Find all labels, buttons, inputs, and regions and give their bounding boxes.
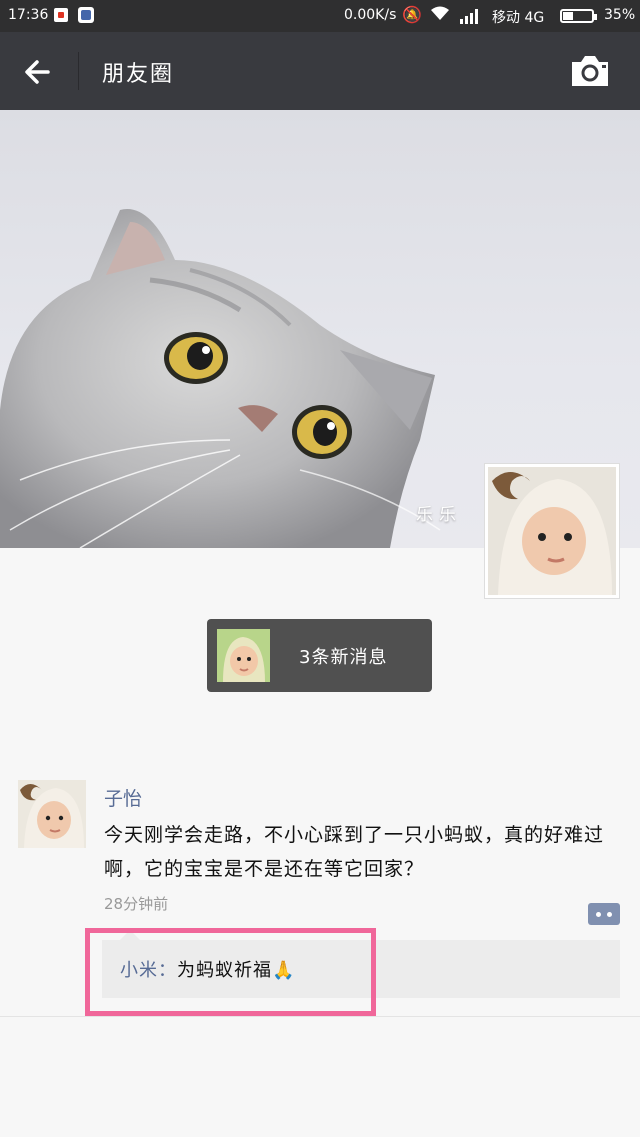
comments-box: 小米：为蚂蚁祈福🙏 [102,930,620,998]
header-divider [78,52,79,90]
wifi-icon [430,5,450,25]
post-author-avatar[interactable] [18,780,86,848]
status-bar: 17:36 0.00K/s 🔕 移动 4G 35% [0,0,640,32]
battery-percent: 35% [604,7,636,23]
back-button[interactable] [20,54,56,90]
comment-separator: ： [158,960,177,981]
comment-icon[interactable] [588,903,620,925]
carrier-label: 移动 4G [492,10,545,26]
network-speed: 0.00K/s [344,7,397,23]
app-header: 朋友圈 [0,32,640,110]
battery-icon [560,9,597,23]
cover-username: 乐乐 [416,505,462,525]
baby-photo [488,467,616,595]
comment-item[interactable]: 小米：为蚂蚁祈福🙏 [120,956,295,982]
camera-button[interactable] [568,52,612,90]
mute-icon: 🔕 [402,5,422,24]
baby-avatar [18,780,86,848]
new-messages-button[interactable]: 3条新消息 [207,619,432,692]
notification-avatar [217,629,270,682]
notification-app-icon [54,8,68,22]
notification-app-icon-2 [78,7,94,23]
profile-avatar[interactable] [484,463,620,599]
arrow-left-icon [25,60,50,84]
status-time: 17:36 [8,7,49,23]
post-divider [0,1016,640,1017]
camera-icon [572,56,608,86]
comment-text: 为蚂蚁祈福🙏 [177,960,296,981]
signal-icon [460,8,482,24]
comment-user[interactable]: 小米 [120,960,158,981]
post-author-name[interactable]: 子怡 [104,784,142,811]
post-timestamp: 28分钟前 [104,895,169,913]
new-messages-label: 3条新消息 [299,647,388,668]
post-text: 今天刚学会走路，不小心踩到了一只小蚂蚁，真的好难过啊，它的宝宝是不是还在等它回家… [104,824,605,880]
page-title: 朋友圈 [102,62,175,87]
